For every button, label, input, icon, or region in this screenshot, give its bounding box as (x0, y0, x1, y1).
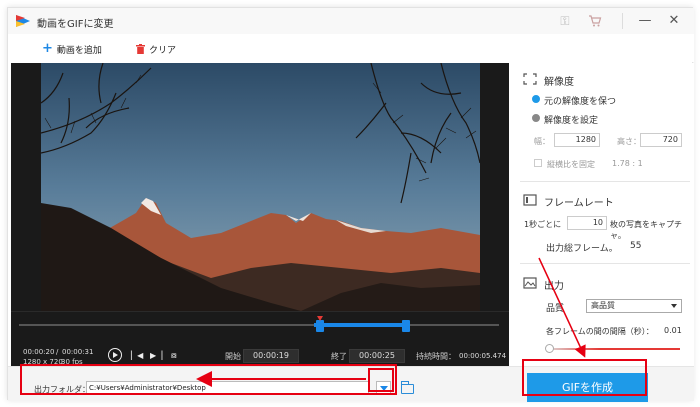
quality-label: 品質 (546, 304, 565, 314)
height-input[interactable]: 720 (640, 133, 682, 147)
total-frames-label: 出力総フレーム。 (546, 244, 618, 254)
annotation-box-create-button (522, 359, 647, 396)
video-preview (11, 63, 509, 311)
interval-slider-knob[interactable] (545, 344, 554, 353)
timeline-track[interactable] (19, 324, 499, 326)
playhead-marker[interactable] (317, 316, 323, 321)
quality-value: 高品質 (591, 301, 615, 310)
output-icon (523, 277, 537, 289)
app-logo-icon (16, 15, 30, 27)
chevron-down-icon (671, 304, 677, 308)
trash-icon (136, 44, 145, 54)
set-resolution-label: 解像度を設定 (544, 116, 599, 126)
snapshot-icon[interactable]: ⧇ (171, 350, 177, 362)
output-title: 出力 (544, 281, 564, 292)
window-title: 動画をGIFに変更 (37, 19, 114, 30)
selected-range (314, 323, 402, 327)
section-divider-2 (520, 263, 690, 264)
folder-icon[interactable] (400, 381, 414, 394)
aspect-checkbox[interactable] (534, 159, 542, 167)
toolbar: + 動画を追加 クリア (8, 34, 694, 62)
per-second-prefix: 1秒ごとに (524, 220, 562, 229)
previous-frame-icon[interactable]: ▏◀ (131, 350, 143, 362)
title-divider (622, 13, 623, 29)
framerate-icon (523, 194, 537, 206)
close-button[interactable]: ✕ (664, 12, 684, 30)
interval-label: 各フレームの間の間隔（秒）： (546, 327, 654, 336)
app-window: 動画をGIFに変更 ⚿ — ✕ + 動画を追加 クリア 00:00:20 / 0… (7, 7, 694, 402)
plus-icon: + (42, 41, 53, 56)
frames-input[interactable]: 10 (567, 216, 607, 230)
add-video-label: 動画を追加 (56, 45, 102, 56)
total-frames-value: 55 (630, 241, 642, 251)
keep-original-radio[interactable] (532, 95, 540, 103)
per-second-suffix: 枚の写真をキャプチャ。 (610, 220, 682, 240)
section-divider-1 (520, 181, 690, 182)
key-icon[interactable]: ⚿ (558, 14, 572, 28)
resolution-icon (523, 73, 537, 85)
end-label: 終了 (331, 352, 347, 361)
width-input[interactable]: 1280 (554, 133, 600, 147)
aspect-value: 1.78 : 1 (612, 159, 643, 168)
clear-label: クリア (149, 45, 177, 56)
time-separator: / (56, 348, 59, 356)
width-label: 幅： (534, 137, 550, 146)
minimize-button[interactable]: — (635, 12, 655, 30)
clear-button[interactable]: クリア (136, 42, 176, 56)
annotation-box-output-folder (20, 364, 397, 395)
current-time: 00:00:20 (23, 348, 55, 356)
set-resolution-radio[interactable] (532, 114, 540, 122)
cart-icon[interactable] (588, 14, 602, 28)
play-button[interactable] (108, 348, 122, 362)
end-time-field[interactable]: 00:00:25 (349, 349, 405, 363)
player-controls: 00:00:20 / 00:00:31 1280 x 720 30 fps ▏◀… (11, 311, 509, 366)
aspect-label: 縦横比を固定 (547, 160, 595, 169)
settings-panel: 解像度 元の解像度を保つ 解像度を設定 幅： 1280 高さ： 720 縦横比を… (512, 63, 694, 366)
keep-original-label: 元の解像度を保つ (544, 97, 617, 107)
framerate-title: フレームレート (544, 198, 614, 209)
title-bar: 動画をGIFに変更 ⚿ — ✕ (8, 8, 694, 34)
interval-value: 0.01 (664, 326, 682, 335)
duration-label: 持続時間： (416, 352, 456, 361)
resolution-title: 解像度 (544, 77, 574, 88)
next-frame-icon[interactable]: ▶▕ (150, 350, 162, 362)
quality-select[interactable]: 高品質 (586, 299, 682, 313)
annotation-box-dropdown (368, 368, 394, 392)
add-video-button[interactable]: + 動画を追加 (42, 42, 102, 56)
video-frame-image (41, 63, 480, 311)
start-label: 開始 (225, 352, 241, 361)
total-time: 00:00:31 (62, 348, 94, 356)
duration-value: 00:00:05.474 (459, 352, 507, 360)
interval-slider-track[interactable] (546, 348, 680, 350)
range-end-handle[interactable] (402, 320, 410, 332)
start-time-field[interactable]: 00:00:19 (243, 349, 299, 363)
height-label: 高さ： (617, 137, 641, 146)
range-start-handle[interactable] (316, 320, 324, 332)
